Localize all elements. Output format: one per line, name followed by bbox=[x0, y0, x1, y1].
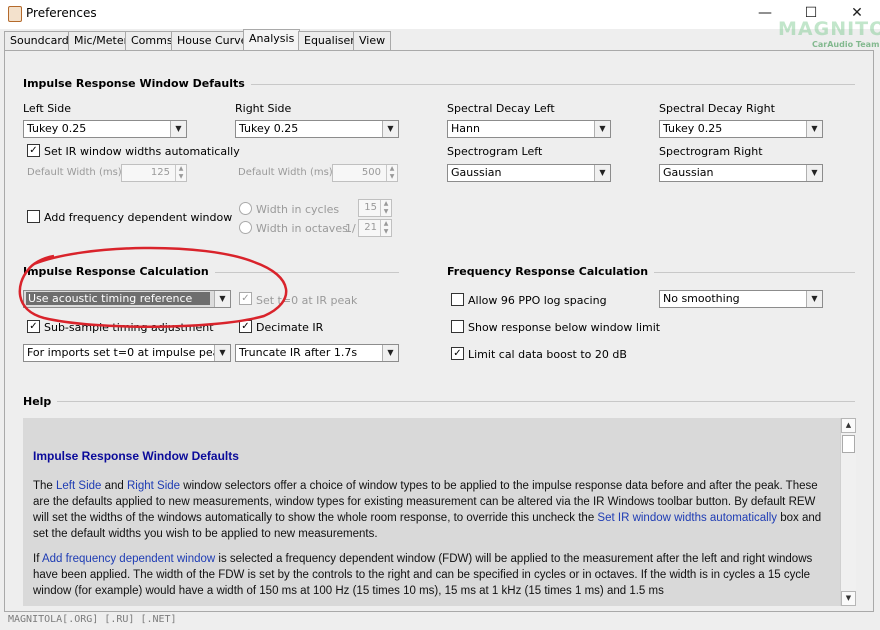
separator bbox=[23, 401, 855, 402]
spectral-decay-left-combo[interactable]: Hann ▼ bbox=[447, 120, 611, 138]
scroll-down-icon[interactable]: ▼ bbox=[841, 591, 856, 606]
irw-section-title: Impulse Response Window Defaults bbox=[23, 77, 251, 90]
chevron-down-icon: ▼ bbox=[382, 121, 398, 137]
width-octaves-spinner[interactable]: 21 ▲ ▼ bbox=[358, 219, 392, 237]
left-side-label: Left Side bbox=[23, 102, 71, 115]
tab-house-curve[interactable]: House Curve bbox=[171, 31, 254, 50]
watermark-logo: MAGNITOLA bbox=[778, 18, 880, 40]
spectrogram-right-label: Spectrogram Right bbox=[659, 145, 763, 158]
default-width-right-value: 500 bbox=[361, 167, 381, 178]
tab-analysis[interactable]: Analysis bbox=[243, 29, 301, 51]
window-title: Preferences bbox=[26, 6, 97, 20]
help-scrollbar[interactable]: ▲ ▼ bbox=[840, 418, 856, 606]
limit-cal-label: Limit cal data boost to 20 dB bbox=[468, 348, 627, 361]
width-cycles-radio[interactable] bbox=[239, 202, 252, 215]
spectrogram-left-value: Gaussian bbox=[451, 166, 502, 179]
chevron-down-icon: ▼ bbox=[806, 121, 822, 137]
below-limit-label: Show response below window limit bbox=[468, 321, 661, 334]
right-side-combo[interactable]: Tukey 0.25 ▼ bbox=[235, 120, 399, 138]
watermark-subtitle: CarAudio Team bbox=[812, 40, 880, 49]
java-app-icon bbox=[8, 6, 22, 22]
spectral-decay-left-value: Hann bbox=[451, 122, 480, 135]
imports-value: For imports set t=0 at impulse peak bbox=[27, 346, 226, 359]
ppo96-checkbox[interactable] bbox=[451, 293, 464, 306]
default-width-left-label: Default Width (ms) bbox=[27, 167, 122, 178]
help-paragraph: If Add frequency dependent window is sel… bbox=[33, 551, 830, 599]
width-cycles-spinner[interactable]: 15 ▲ ▼ bbox=[358, 199, 392, 217]
default-width-right-label: Default Width (ms) bbox=[238, 167, 333, 178]
default-width-right-spinner[interactable]: 500 ▲ ▼ bbox=[332, 164, 398, 182]
chevron-down-icon: ▼ bbox=[594, 121, 610, 137]
spectral-decay-right-label: Spectral Decay Right bbox=[659, 102, 775, 115]
scroll-thumb[interactable] bbox=[842, 435, 855, 453]
width-octaves-value: 21 bbox=[364, 222, 377, 233]
help-text: and bbox=[101, 480, 127, 492]
width-cycles-label: Width in cycles bbox=[256, 203, 340, 216]
spectrogram-left-label: Spectrogram Left bbox=[447, 145, 543, 158]
truncate-combo[interactable]: Truncate IR after 1.7s ▼ bbox=[235, 344, 399, 362]
help-section-title: Help bbox=[23, 395, 58, 408]
chevron-down-icon: ▼ bbox=[806, 291, 822, 307]
frc-section-title: Frequency Response Calculation bbox=[447, 265, 655, 278]
width-cycles-value: 15 bbox=[364, 202, 377, 213]
spectrogram-right-value: Gaussian bbox=[663, 166, 714, 179]
below-limit-checkbox[interactable] bbox=[451, 320, 464, 333]
left-side-value: Tukey 0.25 bbox=[27, 122, 87, 135]
red-annotation-circle bbox=[18, 246, 288, 329]
truncate-value: Truncate IR after 1.7s bbox=[239, 346, 358, 359]
left-side-combo[interactable]: Tukey 0.25 ▼ bbox=[23, 120, 187, 138]
chevron-down-icon: ▼ bbox=[214, 345, 230, 361]
scroll-up-icon[interactable]: ▲ bbox=[841, 418, 856, 433]
tab-equaliser[interactable]: Equaliser bbox=[298, 31, 361, 50]
width-octaves-prefix: 1/ bbox=[345, 222, 356, 235]
help-link-right-side[interactable]: Right Side bbox=[127, 480, 180, 492]
help-text: The bbox=[33, 480, 57, 492]
limit-cal-checkbox[interactable]: ✓ bbox=[451, 347, 464, 360]
default-width-left-spinner[interactable]: 125 ▲ ▼ bbox=[121, 164, 187, 182]
help-text: If bbox=[33, 553, 42, 565]
tab-soundcard[interactable]: Soundcard bbox=[4, 31, 75, 50]
help-link-freq-dependent[interactable]: Add frequency dependent window bbox=[42, 553, 215, 565]
ppo96-label: Allow 96 PPO log spacing bbox=[468, 294, 607, 307]
help-link-set-ir-widths[interactable]: Set IR window widths automatically bbox=[597, 512, 777, 524]
chevron-down-icon: ▼ bbox=[806, 165, 822, 181]
width-octaves-radio[interactable] bbox=[239, 221, 252, 234]
spectral-decay-left-label: Spectral Decay Left bbox=[447, 102, 555, 115]
chevron-down-icon: ▼ bbox=[170, 121, 186, 137]
chevron-down-icon: ▼ bbox=[382, 345, 398, 361]
spectrogram-right-combo[interactable]: Gaussian ▼ bbox=[659, 164, 823, 182]
footer-watermark: MAGNITOLA[.ORG] [.RU] [.NET] bbox=[8, 614, 177, 625]
help-text-area: Impulse Response Window Defaults The Lef… bbox=[23, 418, 840, 606]
help-link-left-side[interactable]: Left Side bbox=[56, 480, 101, 492]
smoothing-combo[interactable]: No smoothing ▼ bbox=[659, 290, 823, 308]
default-width-left-value: 125 bbox=[150, 167, 170, 178]
spectrogram-left-combo[interactable]: Gaussian ▼ bbox=[447, 164, 611, 182]
help-paragraph: The Left Side and Right Side window sele… bbox=[33, 478, 830, 542]
tab-view[interactable]: View bbox=[353, 31, 392, 50]
freq-dependent-checkbox[interactable] bbox=[27, 210, 40, 223]
spectral-decay-right-value: Tukey 0.25 bbox=[663, 122, 723, 135]
right-side-label: Right Side bbox=[235, 102, 292, 115]
spinner-arrows-icon: ▲ ▼ bbox=[386, 165, 397, 181]
width-octaves-label: Width in octaves bbox=[256, 222, 348, 235]
freq-dependent-label: Add frequency dependent window bbox=[44, 211, 233, 224]
help-heading: Impulse Response Window Defaults bbox=[33, 449, 239, 463]
spectral-decay-right-combo[interactable]: Tukey 0.25 ▼ bbox=[659, 120, 823, 138]
right-side-value: Tukey 0.25 bbox=[239, 122, 299, 135]
spinner-arrows-icon: ▲ ▼ bbox=[175, 165, 186, 181]
spinner-arrows-icon: ▲ ▼ bbox=[380, 200, 391, 216]
auto-widths-checkbox[interactable]: ✓ bbox=[27, 144, 40, 157]
chevron-down-icon: ▼ bbox=[594, 165, 610, 181]
imports-combo[interactable]: For imports set t=0 at impulse peak ▼ bbox=[23, 344, 231, 362]
auto-widths-label: Set IR window widths automatically bbox=[44, 145, 240, 158]
smoothing-value: No smoothing bbox=[663, 292, 740, 305]
spinner-arrows-icon: ▲ ▼ bbox=[380, 220, 391, 236]
